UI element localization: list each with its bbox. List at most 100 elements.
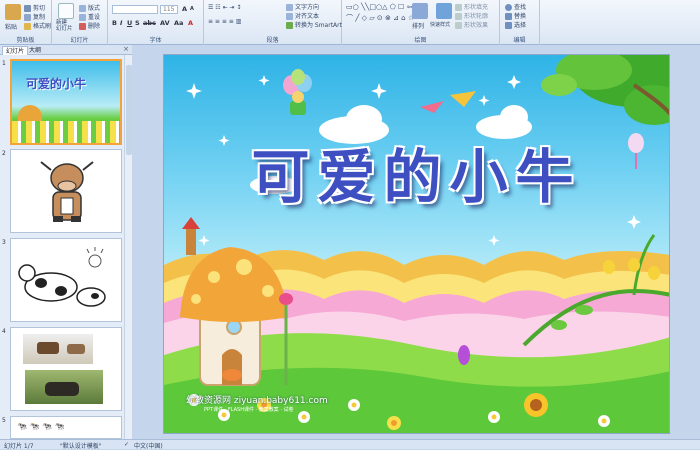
group-label-editing: 编辑 (513, 37, 526, 44)
align-text-button[interactable]: 对齐文本 (286, 11, 319, 20)
quick-styles-icon[interactable] (436, 3, 452, 19)
watermark-credit: 幼教资源网 ziyuan.baby611.com (186, 396, 328, 406)
delete-button[interactable]: 删除 (79, 21, 100, 30)
group-label-paragraph: 段落 (266, 37, 279, 44)
grow-font-icon[interactable]: A (182, 5, 187, 13)
cow-drawing-thumb (40, 161, 94, 222)
font-color-button[interactable]: A (188, 19, 193, 27)
clipboard-group: 粘贴 剪切 复制 格式刷 剪贴板 (0, 0, 52, 45)
quick-styles-button[interactable]: 快速样式 (430, 21, 450, 28)
tab-slides[interactable]: 幻灯片 (2, 46, 29, 55)
paste-icon[interactable] (5, 4, 21, 20)
paragraph-group: ☰ ☷ ⇤ ⇥ ↕ ≡ ≡ ≡ ≡ ▥ 文字方向 对齐文本 转换为 SmartA… (204, 0, 342, 45)
brush-icon (24, 23, 31, 30)
layout-button[interactable]: 版式 (79, 3, 100, 12)
slide-number: 3 (2, 239, 6, 246)
find-icon (505, 4, 512, 11)
shape-fill-button[interactable]: 形状填充 (455, 2, 488, 11)
replace-button[interactable]: 替换 (505, 11, 526, 20)
tab-outline[interactable]: 大纲 (26, 46, 44, 55)
slide-number: 5 (2, 417, 6, 424)
text-direction-button[interactable]: 文字方向 (286, 2, 319, 11)
arrange-icon[interactable] (412, 3, 428, 19)
slide-number: 4 (2, 328, 6, 335)
slide-thumbnail-3[interactable] (10, 238, 122, 322)
cut-button[interactable]: 剪切 (24, 3, 45, 12)
group-label-slides: 幻灯片 (70, 37, 89, 44)
scrollbar-thumb[interactable] (126, 65, 132, 155)
buffalo-photo-thumb (25, 370, 103, 404)
shrink-font-icon[interactable]: A (190, 6, 194, 12)
group-label-font: 字体 (149, 37, 162, 44)
font-name-combo[interactable] (112, 5, 158, 14)
close-pane-icon[interactable]: × (123, 45, 129, 53)
balloon-character (283, 69, 312, 115)
slide-thumbnail-4[interactable] (10, 327, 122, 411)
reset-button[interactable]: 重设 (79, 12, 100, 21)
pane-tabs: 幻灯片 大纲 × (0, 45, 132, 55)
slides-pane: 幻灯片 大纲 × 1 可爱的小牛 2 3 4 5 🐄 🐄 🐄 🐄 (0, 45, 132, 439)
fill-icon (455, 4, 462, 11)
arrange-button[interactable]: 排列 (412, 21, 424, 30)
shapes-gallery-row2[interactable]: ⌒ ╱ ◇ ▱ ⊙ ⊗ ⊿ ⌂ ☆ (346, 13, 414, 23)
shape-effects-button[interactable]: 形状效果 (455, 20, 488, 29)
select-icon (505, 22, 512, 29)
slide-thumbnail-2[interactable] (10, 149, 122, 233)
tree-leaves (541, 55, 669, 125)
layout-icon (79, 5, 86, 12)
slide-number: 2 (2, 150, 6, 157)
slide-thumbnail-5[interactable]: 🐄 🐄 🐄 🐄 (10, 416, 122, 439)
select-button[interactable]: 选择 (505, 20, 526, 29)
editing-group: 查找 替换 选择 编辑 (500, 0, 540, 45)
slide-illustration (164, 55, 669, 433)
current-slide[interactable]: 可爱的小牛 幼教资源网 ziyuan.baby611.com PPT课件 · F… (163, 54, 670, 434)
effects-icon (455, 22, 462, 29)
copy-button[interactable]: 复制 (24, 12, 45, 21)
paper-plane-yellow (450, 91, 476, 107)
shape-outline-button[interactable]: 形状轮廓 (455, 11, 488, 20)
shadow-button[interactable]: S (135, 19, 140, 27)
align-icons[interactable]: ≡ ≡ ≡ ≡ ▥ (208, 18, 241, 25)
italic-button[interactable]: I (120, 19, 122, 27)
font-group: 115 A A B I U S abc AV Aa A 字体 (108, 0, 204, 45)
delete-icon (79, 23, 86, 30)
paste-button[interactable]: 粘贴 (5, 22, 17, 31)
slide-stage: 可爱的小牛 幼教资源网 ziyuan.baby611.com PPT课件 · F… (133, 45, 700, 439)
text-direction-icon (286, 4, 293, 11)
outline-icon (455, 13, 462, 20)
flowers-thumb (12, 121, 120, 143)
scissors-icon (24, 5, 31, 12)
underline-button[interactable]: U (127, 19, 132, 27)
new-slide-icon[interactable] (58, 3, 74, 19)
pane-scrollbar[interactable] (124, 55, 132, 439)
slide-number: 1 (2, 60, 6, 67)
bold-button[interactable]: B (112, 19, 117, 27)
watermark-subcredit: PPT课件 · FLASH课件 · 教案教案 · 试卷 (204, 407, 294, 413)
cattle-photo-thumb (23, 334, 93, 364)
thumb-title: 可爱的小牛 (26, 77, 87, 91)
status-bar: 幻灯片 1/7 "默认设计模板" ✓ 中文(中国) (0, 439, 700, 450)
bullets-icon[interactable]: ☰ ☷ ⇤ ⇥ ↕ (208, 4, 241, 11)
drawing-group: ▭○ ╲╲□○△ ⬠ ☐ ⇦⇧⇨ ⌒ ╱ ◇ ▱ ⊙ ⊗ ⊿ ⌂ ☆ 排列 快速… (342, 0, 500, 45)
group-label-drawing: 绘图 (414, 37, 427, 44)
align-text-icon (286, 13, 293, 20)
smartart-icon (286, 22, 293, 29)
thumb5-icons: 🐄 🐄 🐄 🐄 (17, 422, 65, 431)
slide-thumbnail-1[interactable]: 可爱的小牛 (10, 59, 122, 145)
paper-plane-pink (420, 101, 444, 113)
cows-drawing-thumb (18, 247, 106, 307)
find-button[interactable]: 查找 (505, 2, 526, 11)
smartart-button[interactable]: 转换为 SmartArt (286, 20, 342, 29)
char-spacing-button[interactable]: AV (160, 19, 170, 27)
new-slide-button[interactable]: 新建 幻灯片 (56, 20, 73, 32)
ribbon: 粘贴 剪切 复制 格式刷 剪贴板 新建 幻灯片 版式 重设 删除 幻灯片 115… (0, 0, 700, 45)
slide-title[interactable]: 可爱的小牛 (164, 130, 669, 214)
format-painter-button[interactable]: 格式刷 (24, 21, 51, 30)
change-case-button[interactable]: Aa (174, 19, 183, 27)
replace-icon (505, 13, 512, 20)
font-size-combo[interactable]: 115 (160, 5, 178, 14)
group-label-clipboard: 剪贴板 (16, 37, 35, 44)
copy-icon (24, 14, 31, 21)
status-language-icon[interactable]: ✓ (124, 441, 129, 448)
strikethrough-button[interactable]: abc (143, 19, 156, 27)
